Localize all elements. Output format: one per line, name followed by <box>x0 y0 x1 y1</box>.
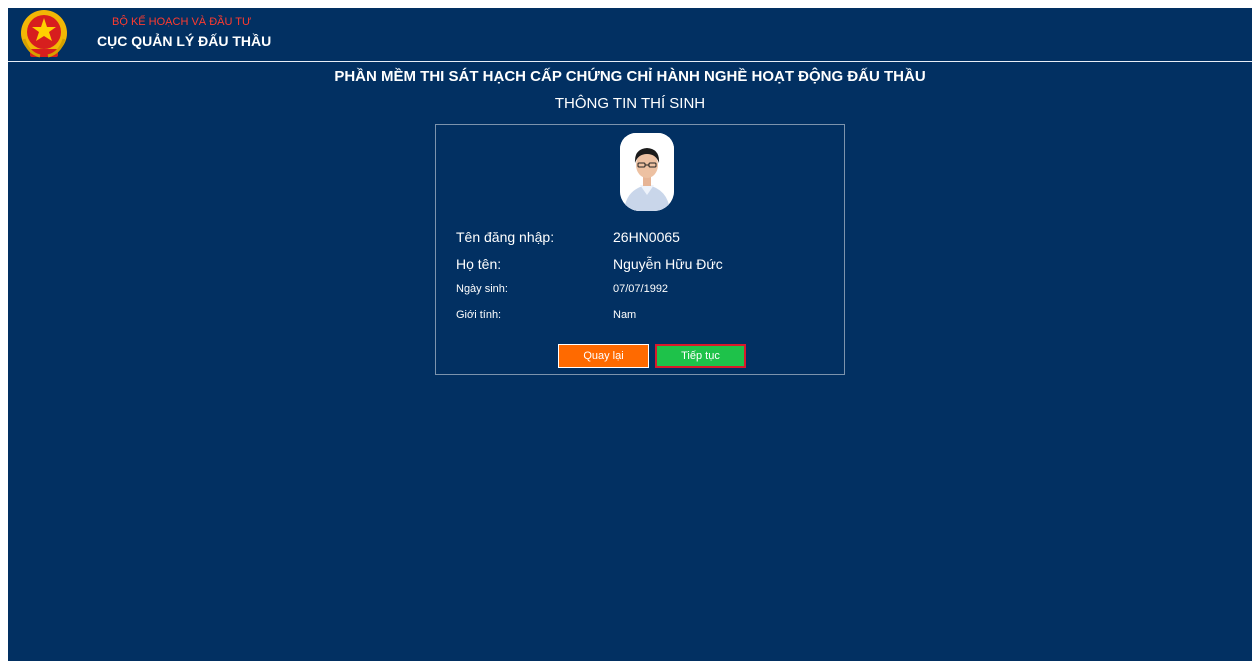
candidate-info-card: Tên đăng nhập: 26HN0065 Họ tên: Nguyễn H… <box>435 124 845 375</box>
gender-label: Giới tính: <box>456 309 502 321</box>
agency-name: CỤC QUẢN LÝ ĐẤU THẦU <box>97 33 272 49</box>
continue-button[interactable]: Tiếp tục <box>655 344 746 368</box>
gender-value: Nam <box>613 309 637 321</box>
candidate-photo <box>620 133 674 211</box>
birthdate-label: Ngày sinh: <box>456 283 508 295</box>
vietnam-national-emblem-icon <box>21 10 67 58</box>
header: BỘ KẾ HOẠCH VÀ ĐẦU TƯ CỤC QUẢN LÝ ĐẤU TH… <box>8 8 1252 61</box>
fullname-value: Nguyễn Hữu Đức <box>613 256 723 272</box>
ministry-name: BỘ KẾ HOẠCH VÀ ĐẦU TƯ <box>112 16 252 28</box>
page-subtitle: THÔNG TIN THÍ SINH <box>554 95 706 112</box>
app-title: PHẦN MỀM THI SÁT HẠCH CẤP CHỨNG CHỈ HÀNH… <box>334 68 926 85</box>
username-label: Tên đăng nhập: <box>456 229 555 245</box>
app-frame: BỘ KẾ HOẠCH VÀ ĐẦU TƯ CỤC QUẢN LÝ ĐẤU TH… <box>8 8 1252 661</box>
birthdate-value: 07/07/1992 <box>613 283 669 295</box>
header-divider <box>8 61 1252 62</box>
person-photo-icon <box>620 133 674 211</box>
back-button[interactable]: Quay lại <box>558 344 649 368</box>
fullname-label: Họ tên: <box>456 256 502 272</box>
username-value: 26HN0065 <box>613 229 680 245</box>
